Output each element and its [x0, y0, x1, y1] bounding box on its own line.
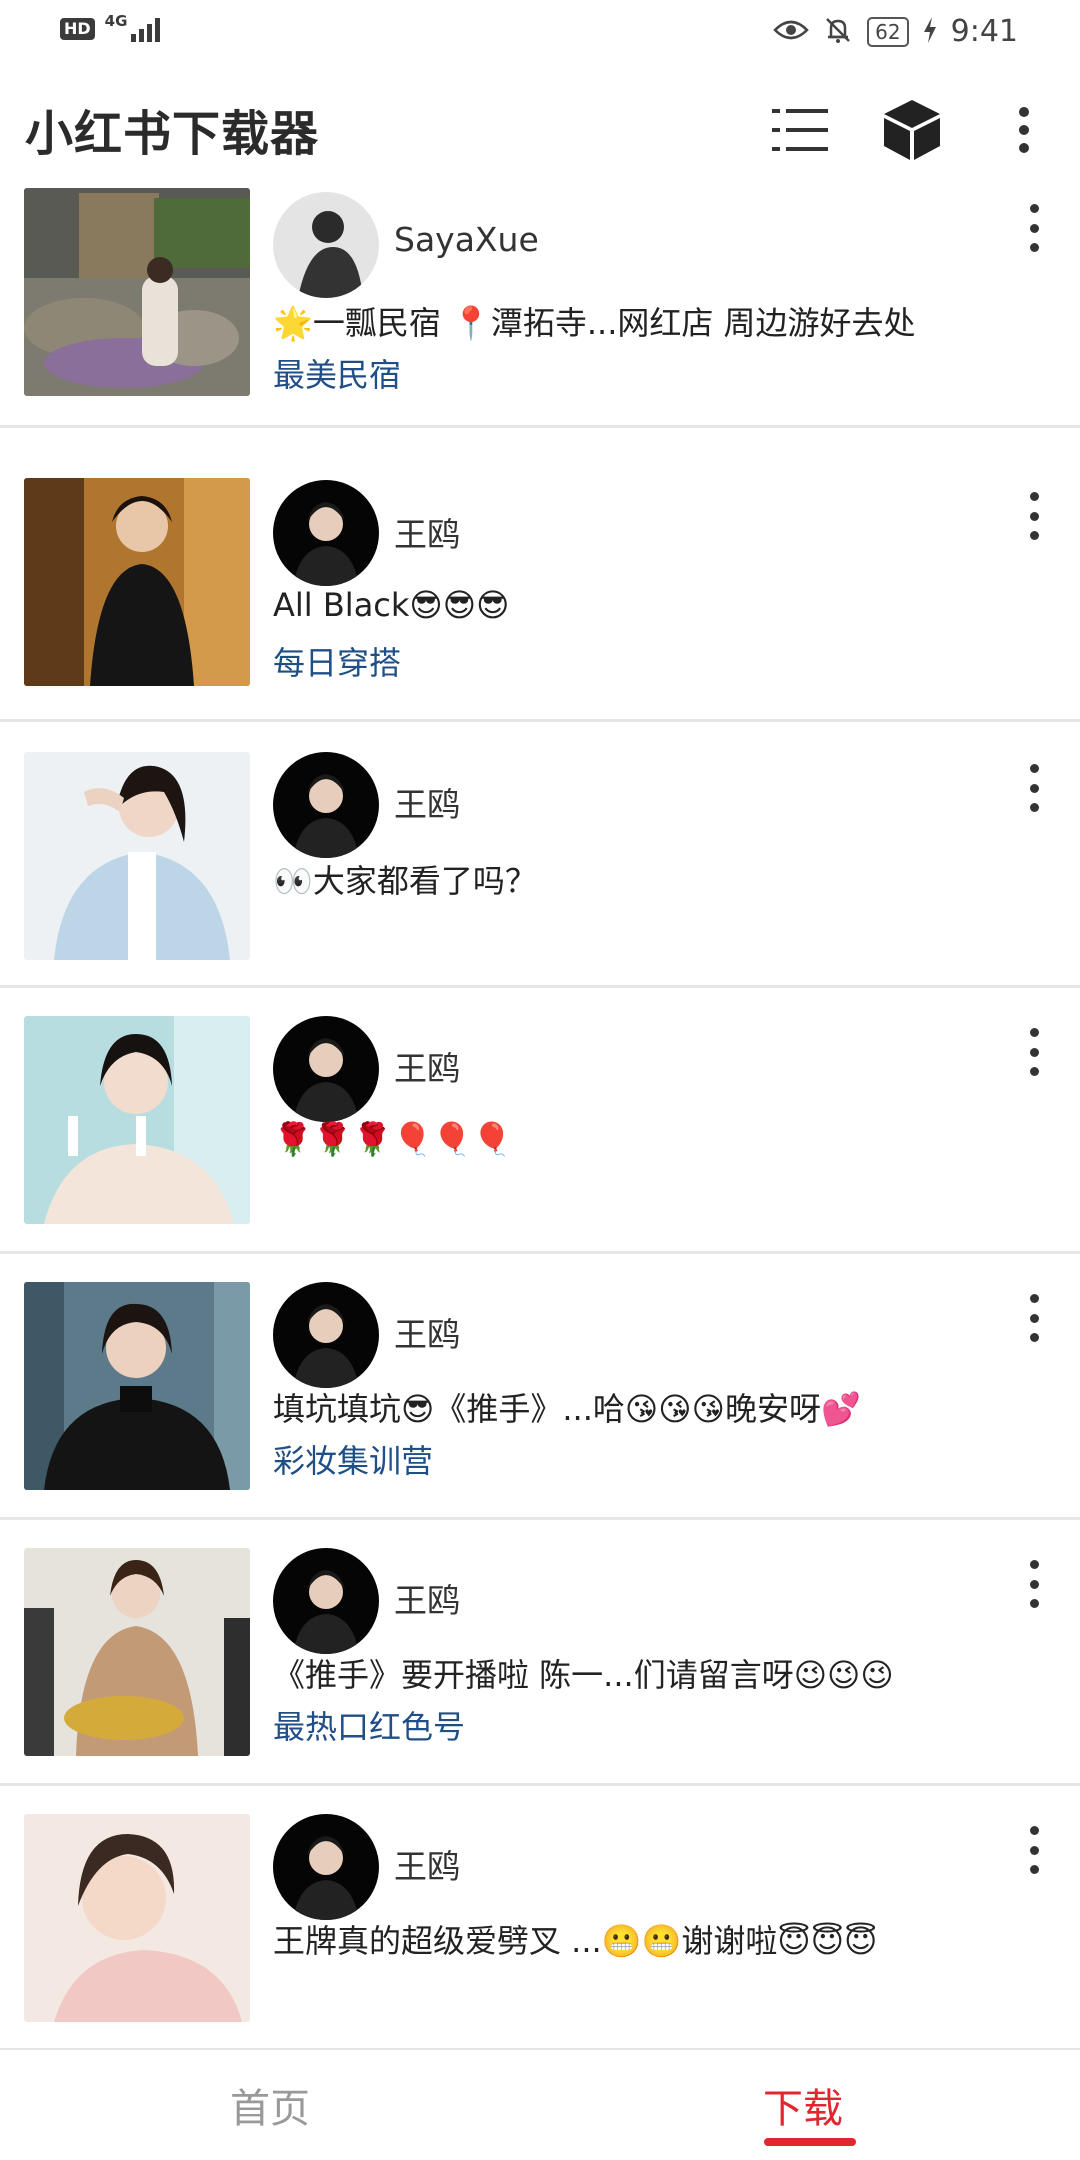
- network-type: 4G: [104, 12, 128, 30]
- note-title: 《推手》要开播啦 陈一...们请留言呀😉😉😉: [273, 1656, 894, 1694]
- list-item[interactable]: 王鸥 王牌真的超级爱劈叉 ...😬😬谢谢啦😇😇😇: [0, 1786, 1080, 2056]
- note-thumbnail[interactable]: [24, 1016, 250, 1224]
- note-tag[interactable]: 最美民宿: [273, 350, 401, 396]
- feed-list: SayaXue 🌟一瓢民宿 📍潭拓寺...网红店 周边游好去处 最美民宿 王鸥 …: [0, 186, 1080, 2056]
- app-bar: 小红书下载器: [0, 80, 1080, 180]
- avatar[interactable]: [273, 1282, 379, 1388]
- note-title: 王牌真的超级爱劈叉 ...😬😬谢谢啦😇😇😇: [273, 1922, 878, 1960]
- bottom-navigation: 首页 下载: [0, 2048, 1080, 2160]
- note-tag[interactable]: 每日穿搭: [273, 638, 401, 684]
- bell-off-icon: [823, 15, 853, 49]
- avatar[interactable]: [273, 1016, 379, 1122]
- list-item[interactable]: 王鸥 🌹🌹🌹🎈🎈🎈: [0, 988, 1080, 1254]
- hd-badge: HD: [60, 18, 95, 40]
- author-name: 王鸥: [394, 1315, 460, 1354]
- note-thumbnail[interactable]: [24, 1548, 250, 1756]
- list-item[interactable]: SayaXue 🌟一瓢民宿 📍潭拓寺...网红店 周边游好去处 最美民宿: [0, 186, 1080, 428]
- author-name: 王鸥: [394, 1847, 460, 1886]
- tab-download[interactable]: 下载: [763, 2076, 843, 2134]
- more-options-icon[interactable]: [1016, 1022, 1052, 1082]
- more-options-icon[interactable]: [1016, 486, 1052, 546]
- status-bar: HD 4G 62 9:41: [0, 0, 1080, 70]
- battery-indicator: 62: [867, 16, 909, 47]
- cube-icon[interactable]: [876, 94, 948, 166]
- more-options-icon[interactable]: [1016, 758, 1052, 818]
- avatar[interactable]: [273, 752, 379, 858]
- list-icon[interactable]: [764, 94, 836, 166]
- note-thumbnail[interactable]: [24, 1814, 250, 2022]
- more-options-icon[interactable]: [1016, 198, 1052, 258]
- avatar[interactable]: [273, 480, 379, 586]
- author-name: SayaXue: [394, 220, 539, 259]
- avatar[interactable]: [273, 1814, 379, 1920]
- note-thumbnail[interactable]: [24, 1282, 250, 1490]
- status-right: 62 9:41: [773, 14, 1018, 49]
- clock: 9:41: [950, 14, 1018, 49]
- note-title: 🌹🌹🌹🎈🎈🎈: [273, 1120, 513, 1158]
- note-title: 填坑填坑😎《推手》...哈😘😘😘晚安呀💕: [273, 1390, 861, 1428]
- author-name: 王鸥: [394, 785, 460, 824]
- note-tag[interactable]: 彩妆集训营: [273, 1436, 433, 1482]
- status-left: HD 4G: [60, 12, 161, 42]
- list-item[interactable]: 王鸥 All Black😎😎😎 每日穿搭: [0, 478, 1080, 722]
- author-name: 王鸥: [394, 1581, 460, 1620]
- list-item[interactable]: 王鸥 填坑填坑😎《推手》...哈😘😘😘晚安呀💕 彩妆集训营: [0, 1254, 1080, 1520]
- signal-icon: [131, 16, 161, 42]
- avatar[interactable]: [273, 1548, 379, 1654]
- note-thumbnail[interactable]: [24, 188, 250, 396]
- charging-icon: [923, 16, 937, 47]
- more-options-icon[interactable]: [1016, 1288, 1052, 1348]
- note-thumbnail[interactable]: [24, 752, 250, 960]
- author-name: 王鸥: [394, 1049, 460, 1088]
- note-title: 👀大家都看了吗？: [273, 862, 537, 900]
- more-options-icon[interactable]: [1016, 1820, 1052, 1880]
- note-title: 🌟一瓢民宿 📍潭拓寺...网红店 周边游好去处: [273, 304, 916, 342]
- note-title: All Black😎😎😎: [273, 586, 510, 624]
- author-name: 王鸥: [394, 515, 460, 554]
- eye-icon: [773, 18, 809, 46]
- app-title: 小红书下载器: [25, 106, 320, 162]
- more-vertical-icon[interactable]: [988, 94, 1060, 166]
- active-tab-indicator: [764, 2138, 856, 2146]
- note-thumbnail[interactable]: [24, 478, 250, 686]
- list-item[interactable]: 王鸥 👀大家都看了吗？: [0, 722, 1080, 988]
- list-item[interactable]: 王鸥 《推手》要开播啦 陈一...们请留言呀😉😉😉 最热口红色号: [0, 1520, 1080, 1786]
- tab-home[interactable]: 首页: [230, 2076, 310, 2134]
- more-options-icon[interactable]: [1016, 1554, 1052, 1614]
- avatar[interactable]: [273, 192, 379, 298]
- note-tag[interactable]: 最热口红色号: [273, 1702, 465, 1748]
